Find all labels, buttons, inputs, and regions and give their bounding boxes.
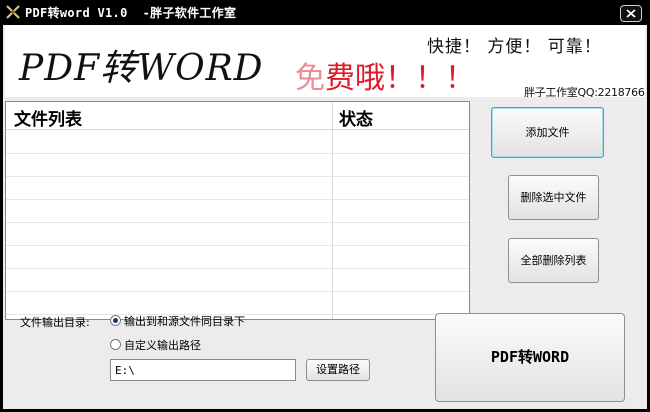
- set-path-button[interactable]: 设置路径: [306, 359, 370, 381]
- table-row[interactable]: [6, 177, 469, 200]
- file-list-header: 文件列表 状态: [6, 102, 469, 130]
- table-row[interactable]: [6, 200, 469, 223]
- close-button[interactable]: [620, 5, 642, 22]
- add-file-button[interactable]: 添加文件: [491, 107, 604, 158]
- banner-free-rest: 费哦！！！: [325, 61, 475, 96]
- main-window: PDF转word V1.0 -胖子软件工作室 PDF转WORD 免费哦！！！ 快…: [0, 0, 650, 412]
- output-path-input[interactable]: [110, 359, 296, 381]
- column-header-status[interactable]: 状态: [339, 105, 373, 130]
- table-row[interactable]: [6, 246, 469, 269]
- table-row[interactable]: [6, 269, 469, 292]
- client-area: PDF转WORD 免费哦！！！ 快捷！ 方便！ 可靠！ 胖子工作室QQ:2218…: [3, 25, 647, 409]
- column-header-file-list[interactable]: 文件列表: [14, 105, 82, 130]
- banner-free-text: 免费哦！！！: [295, 53, 475, 97]
- close-icon: [626, 9, 636, 18]
- banner-qq-contact: 胖子工作室QQ:2218766606: [524, 86, 645, 97]
- table-row[interactable]: [6, 154, 469, 177]
- output-dir-label: 文件输出目录:: [20, 316, 90, 329]
- banner-product-title: PDF转WORD: [19, 48, 264, 89]
- table-row[interactable]: [6, 131, 469, 154]
- radio-output-source-dir-label[interactable]: 输出到和源文件同目录下: [124, 313, 245, 329]
- table-row[interactable]: [6, 292, 469, 315]
- app-logo-icon[interactable]: [6, 5, 20, 19]
- delete-all-button[interactable]: 全部删除列表: [508, 238, 599, 283]
- delete-selected-button[interactable]: 删除选中文件: [508, 175, 599, 220]
- radio-output-source-dir[interactable]: [110, 315, 121, 326]
- radio-output-custom-dir[interactable]: [110, 339, 121, 350]
- title-bar[interactable]: PDF转word V1.0 -胖子软件工作室: [0, 0, 650, 25]
- file-list[interactable]: 文件列表 状态: [5, 101, 470, 320]
- convert-button[interactable]: PDF转WORD: [435, 313, 625, 402]
- banner-free-first: 免: [295, 61, 325, 96]
- banner-slogan: 快捷！ 方便！ 可靠！: [427, 37, 602, 57]
- radio-output-custom-dir-label[interactable]: 自定义输出路径: [124, 337, 201, 353]
- table-row[interactable]: [6, 223, 469, 246]
- window-title: PDF转word V1.0 -胖子软件工作室: [25, 6, 237, 20]
- banner: PDF转WORD 免费哦！！！ 快捷！ 方便！ 可靠！ 胖子工作室QQ:2218…: [5, 25, 645, 97]
